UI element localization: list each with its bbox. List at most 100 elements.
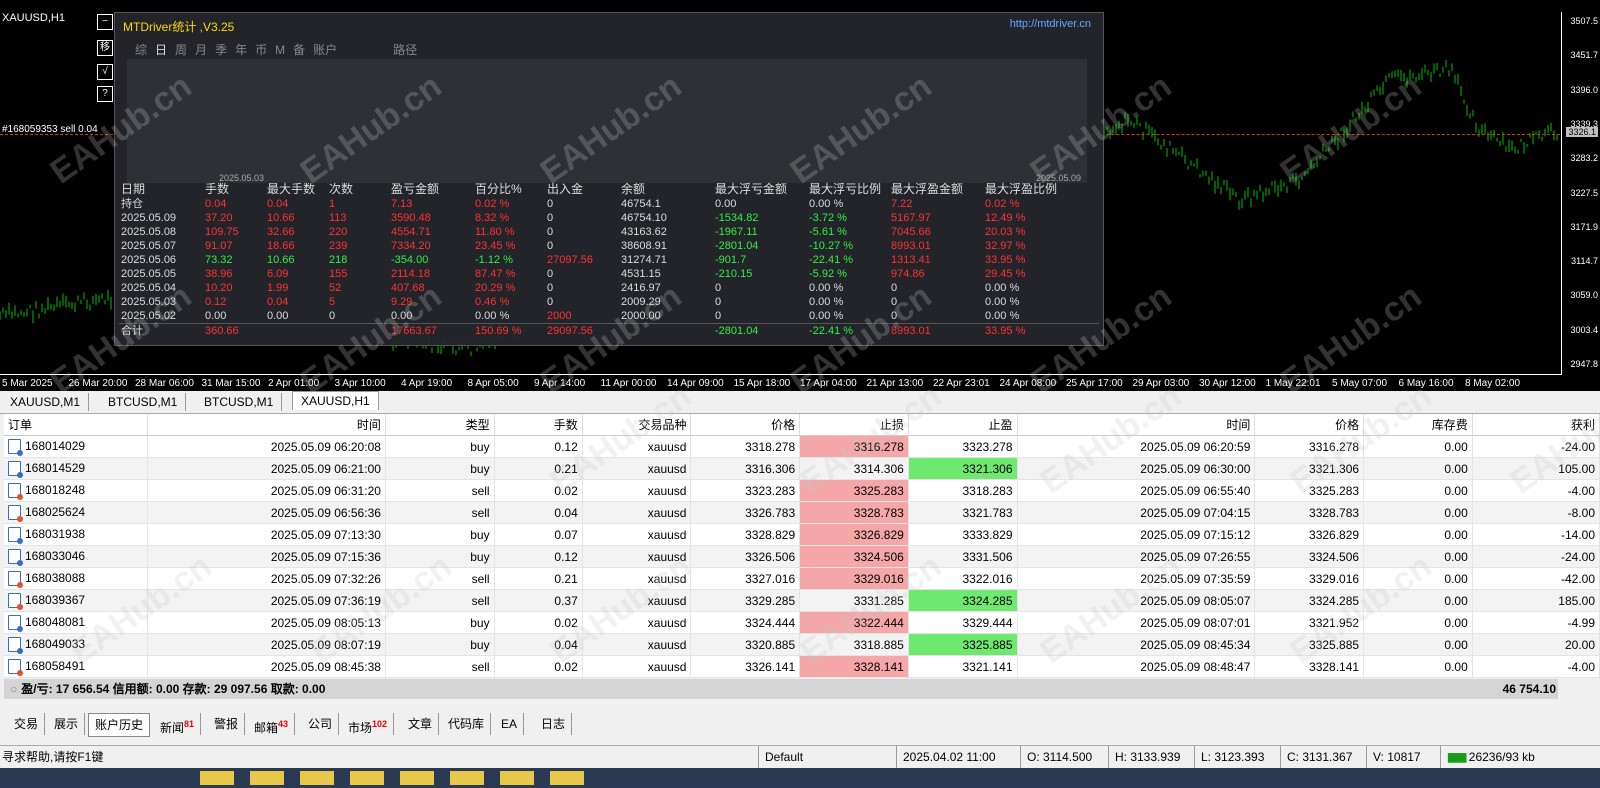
terminal-tab[interactable]: 账户历史 — [88, 713, 151, 737]
taskbar-app-icon[interactable] — [500, 771, 534, 785]
stats-cell: -5.61 % — [809, 226, 847, 238]
order-sl-cell: 3325.283 — [799, 479, 909, 502]
orders-column-header[interactable]: 手数 — [494, 414, 583, 436]
panel-tab[interactable]: 周 — [175, 43, 187, 57]
taskbar-app-icon[interactable] — [550, 771, 584, 785]
os-taskbar — [0, 768, 1600, 788]
order-row[interactable]: 168033046 2025.05.09 07:15:36 buy 0.12 xauus… — [4, 545, 1600, 568]
order-row[interactable]: 168025624 2025.05.09 06:56:36 sell 0.04 xauu… — [4, 501, 1600, 524]
order-close-time-cell: 2025.05.09 06:20:59 — [1017, 435, 1256, 458]
orders-column-header[interactable]: 订单 — [4, 414, 149, 436]
terminal-tab[interactable]: 市场102 — [342, 713, 395, 735]
taskbar-app-icon[interactable] — [350, 771, 384, 785]
terminal-tab[interactable]: 文章 — [402, 713, 440, 735]
orders-column-header[interactable]: 价格 — [1254, 414, 1365, 436]
help-panel-button[interactable]: ? — [97, 86, 113, 102]
orders-column-header[interactable]: 时间 — [147, 414, 386, 436]
stats-total-row: 合计 360.66 17663.67 150.69 % 29097.56 -2801.04… — [119, 323, 1099, 338]
order-symbol-cell: xauusd — [582, 655, 692, 678]
terminal-tab[interactable]: 公司 — [302, 713, 340, 735]
order-row[interactable]: 168058491 2025.05.09 08:45:38 sell 0.02 xauu… — [4, 655, 1600, 678]
stats-cell: 持仓 — [121, 198, 143, 210]
order-close-time-cell: 2025.05.09 08:48:47 — [1017, 655, 1256, 678]
terminal-tab-label: 展示 — [54, 717, 79, 731]
order-swap-cell: 0.00 — [1363, 457, 1473, 480]
terminal-tab[interactable]: 代码库 — [442, 713, 492, 735]
taskbar-app-icon[interactable] — [450, 771, 484, 785]
check-panel-button[interactable]: √ — [97, 64, 113, 80]
order-close-price-cell: 3326.829 — [1254, 523, 1365, 546]
stats-column-header: 百分比% — [475, 182, 522, 196]
move-panel-button[interactable]: 移 — [97, 40, 113, 56]
panel-tab[interactable]: 季 — [215, 43, 227, 57]
stats-cell: 0 — [547, 212, 554, 224]
order-id: 168048081 — [25, 614, 86, 629]
terminal-tab[interactable]: 展示 — [48, 713, 86, 735]
order-profit-cell: -24.00 — [1472, 545, 1600, 568]
orders-column-header[interactable]: 价格 — [690, 414, 801, 436]
panel-tab-path[interactable]: 路径 — [393, 43, 417, 57]
order-lots-cell: 0.21 — [494, 567, 583, 590]
taskbar-app-icon[interactable] — [400, 771, 434, 785]
stats-cell: 150.69 % — [473, 323, 545, 338]
stats-cell: 33.95 % — [985, 254, 1026, 266]
panel-tab[interactable]: M — [275, 43, 285, 57]
status-close: C: 3131.367 — [1280, 746, 1352, 768]
price-chart[interactable]: #168059353 sell 0.04 XAUUSD,H1 3507.5 345… — [0, 0, 1600, 398]
terminal-tab[interactable]: 新闻81 — [154, 713, 202, 735]
minimize-panel-button[interactable]: − — [97, 14, 113, 30]
terminal-tab[interactable]: 日志 — [535, 713, 573, 735]
stats-cell: 218 — [329, 254, 348, 266]
symbol-tab[interactable]: BTCUSD,M1 — [100, 393, 187, 411]
order-row[interactable]: 168018248 2025.05.09 06:31:20 sell 0.02 xauu… — [4, 479, 1600, 502]
order-row[interactable]: 168014029 2025.05.09 06:20:08 buy 0.12 xauus… — [4, 435, 1600, 458]
orders-column-header[interactable]: 止损 — [799, 414, 909, 436]
terminal-tab[interactable]: 交易 — [8, 713, 46, 735]
symbol-tab[interactable]: XAUUSD,M1 — [2, 393, 90, 411]
panel-tab[interactable]: 月 — [195, 43, 207, 57]
taskbar-app-icon[interactable] — [250, 771, 284, 785]
order-type-cell: sell — [385, 589, 495, 612]
order-row[interactable]: 168039367 2025.05.09 07:36:19 sell 0.37 xauu… — [4, 589, 1600, 612]
order-id-cell: 168033046 — [4, 545, 149, 568]
order-symbol-cell: xauusd — [582, 545, 692, 568]
panel-url-link[interactable]: http://mtdriver.cn — [1010, 18, 1091, 30]
order-row[interactable]: 168049033 2025.05.09 08:07:19 buy 0.04 xauus… — [4, 633, 1600, 656]
orders-column-header[interactable]: 止盈 — [908, 414, 1018, 436]
taskbar-app-icon[interactable] — [300, 771, 334, 785]
panel-tab[interactable]: 年 — [235, 43, 247, 57]
panel-tab[interactable]: 综 — [135, 43, 147, 57]
orders-column-header[interactable]: 获利 — [1472, 414, 1600, 436]
stats-cell: 91.07 — [205, 240, 233, 252]
stats-cell: 0.00 % — [809, 282, 844, 294]
stats-cell: 7334.20 — [391, 240, 431, 252]
time-tick-label: 6 May 16:00 — [1398, 378, 1454, 389]
time-tick-label: 31 Mar 15:00 — [201, 378, 261, 389]
panel-tab[interactable]: 账户 — [313, 43, 337, 57]
stats-cell: 31274.71 — [621, 254, 667, 266]
order-row[interactable]: 168038088 2025.05.09 07:32:26 sell 0.21 xauu… — [4, 567, 1600, 590]
status-profile[interactable]: Default — [758, 746, 803, 768]
price-tick-label: 3003.4 — [1570, 324, 1598, 335]
panel-tab[interactable]: 日 — [155, 43, 167, 57]
order-row[interactable]: 168048081 2025.05.09 08:05:13 buy 0.02 xauus… — [4, 611, 1600, 634]
orders-column-header[interactable]: 类型 — [385, 414, 495, 436]
orders-column-header[interactable]: 时间 — [1017, 414, 1256, 436]
panel-tab[interactable]: 备 — [293, 43, 305, 57]
terminal-tab[interactable]: 警报 — [208, 713, 246, 735]
terminal-tab[interactable]: EA — [495, 713, 525, 735]
taskbar-app-icon[interactable] — [200, 771, 234, 785]
orders-column-header[interactable]: 交易品种 — [582, 414, 692, 436]
symbol-tab[interactable]: BTCUSD,M1 — [196, 393, 283, 411]
symbol-tab[interactable]: XAUUSD,H1 — [292, 391, 379, 410]
stats-cell: 2025.05.07 — [121, 240, 177, 252]
order-close-price-cell: 3321.952 — [1254, 611, 1365, 634]
panel-tab[interactable]: 币 — [255, 43, 267, 57]
order-row[interactable]: 168031938 2025.05.09 07:13:30 buy 0.07 xauus… — [4, 523, 1600, 546]
stats-cell: 3590.48 — [391, 212, 431, 224]
order-row[interactable]: 168014529 2025.05.09 06:21:00 buy 0.21 xauus… — [4, 457, 1600, 480]
order-close-price-cell: 3325.885 — [1254, 633, 1365, 656]
order-tp-cell: 3331.506 — [908, 545, 1018, 568]
orders-column-header[interactable]: 库存费 — [1363, 414, 1473, 436]
terminal-tab[interactable]: 邮箱43 — [248, 713, 296, 735]
